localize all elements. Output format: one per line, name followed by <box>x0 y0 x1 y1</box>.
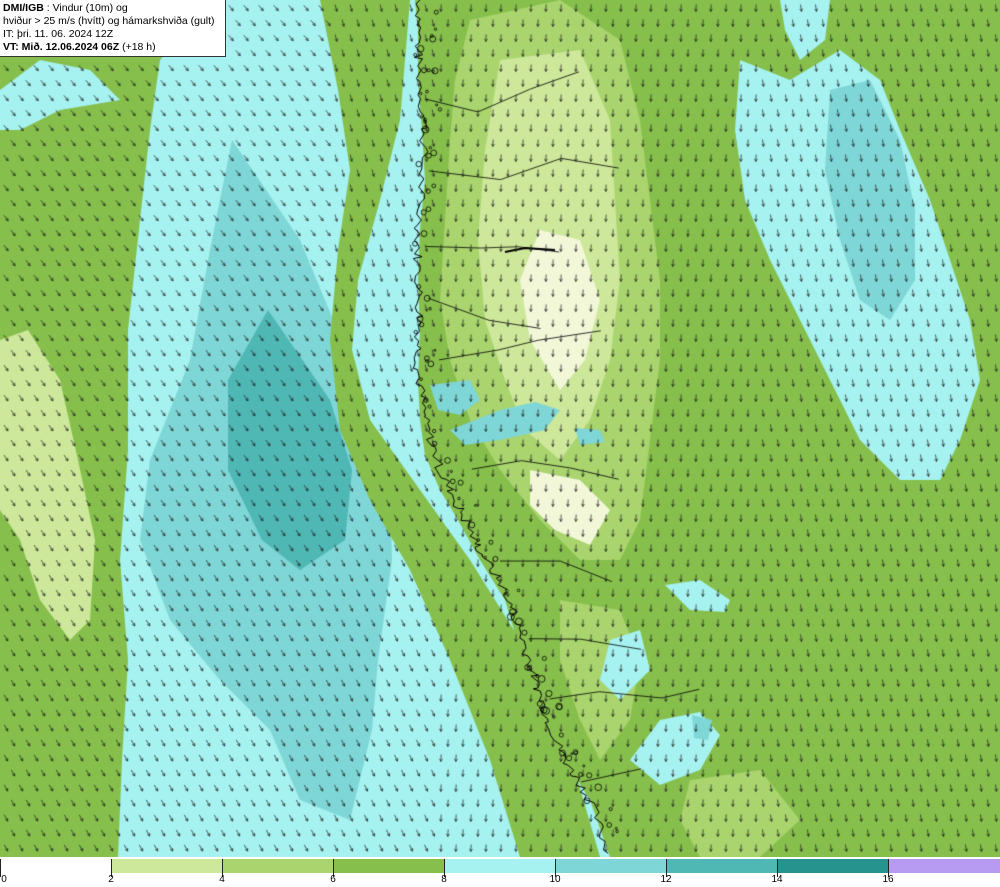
legend-tick-label: 8 <box>441 874 447 885</box>
info-title: : Vindur (10m) og <box>43 2 128 14</box>
info-gust-line: hviður > 25 m/s (hvítt) og hámarkshviða … <box>3 15 215 27</box>
legend-tick-label: 6 <box>330 874 336 885</box>
legend-tick-label: 2 <box>108 874 114 885</box>
legend-color-band <box>888 859 1000 873</box>
legend-color-band <box>666 859 777 873</box>
wind-map <box>0 0 1000 857</box>
legend-color-band <box>777 859 888 873</box>
legend-tick-label: 16 <box>882 874 894 885</box>
info-valid-time-row: VT: Mið. 12.06.2024 06Z (+18 h) <box>3 41 222 54</box>
legend-color-band <box>444 859 555 873</box>
legend-color-band <box>222 859 333 873</box>
legend-color-band <box>333 859 444 873</box>
legend-tick-label: 0 <box>1 874 7 885</box>
legend-color-band <box>111 859 222 873</box>
legend-tick-label: 14 <box>771 874 783 885</box>
legend-color-band <box>555 859 666 873</box>
legend-tick-label: 12 <box>660 874 672 885</box>
info-org: DMI/IGB <box>3 2 44 14</box>
info-lead-time: (+18 h) <box>119 41 156 53</box>
legend-color-band <box>0 859 111 873</box>
color-scale-legend: 0 2 4 6 8 10 12 14 16 <box>0 857 1000 887</box>
legend-tick-label: 4 <box>219 874 225 885</box>
info-valid-time: VT: Mið. 12.06.2024 06Z <box>3 41 120 53</box>
forecast-info-box: DMI/IGB : Vindur (10m) og hviður > 25 m/… <box>0 0 226 57</box>
legend-tick-label: 10 <box>549 874 561 885</box>
info-init-time: IT: þri. 11. 06. 2024 12Z <box>3 28 114 40</box>
info-title-row: DMI/IGB : Vindur (10m) og <box>3 2 222 15</box>
